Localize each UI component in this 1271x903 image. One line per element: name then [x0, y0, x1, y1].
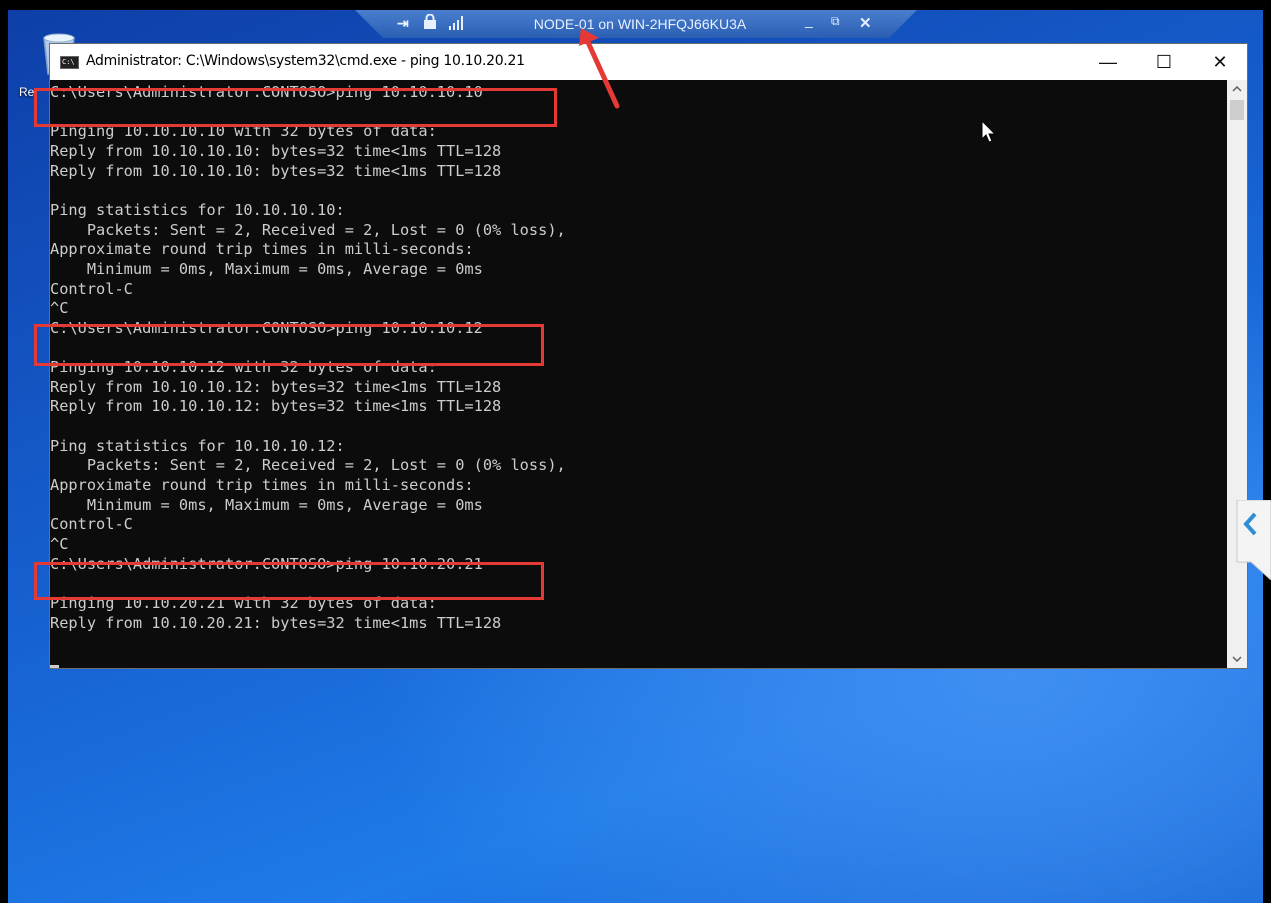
- maximize-button[interactable]: ☐: [1136, 44, 1192, 80]
- cmd-icon[interactable]: C:\: [60, 56, 79, 69]
- lock-icon[interactable]: [423, 14, 437, 29]
- signal-bars-icon[interactable]: [449, 16, 465, 30]
- highlight-box-ping-2: [34, 324, 544, 366]
- remote-connection-bar: ⇥ NODE-01 on WIN-2HFQJ66KU3A _ ⧉ ✕: [355, 10, 917, 38]
- highlight-box-ping-3: [34, 562, 544, 600]
- rdp-close-button[interactable]: ✕: [859, 14, 872, 32]
- recycle-bin-label[interactable]: Re: [19, 85, 34, 99]
- console-line: Reply from 10.10.20.21: bytes=32 time<1m…: [50, 613, 502, 632]
- console-line: Approximate round trip times in milli-se…: [50, 240, 474, 259]
- minimize-button[interactable]: —: [1080, 44, 1136, 80]
- console-line: ^C: [50, 299, 69, 318]
- rdp-minimize-button[interactable]: _: [805, 12, 813, 28]
- console-line: Minimum = 0ms, Maximum = 0ms, Average = …: [50, 495, 483, 514]
- console-line: ^C: [50, 534, 69, 553]
- console-line: Minimum = 0ms, Maximum = 0ms, Average = …: [50, 259, 483, 278]
- console-line: Packets: Sent = 2, Received = 2, Lost = …: [50, 456, 566, 475]
- console-line: Ping statistics for 10.10.10.12:: [50, 436, 345, 455]
- console-line: Control-C: [50, 515, 133, 534]
- console-line: Ping statistics for 10.10.10.10:: [50, 200, 345, 219]
- console-line: Reply from 10.10.10.12: bytes=32 time<1m…: [50, 397, 502, 416]
- highlight-box-ping-1: [34, 88, 557, 127]
- mouse-pointer-icon: [981, 120, 997, 143]
- rdp-restore-button[interactable]: ⧉: [831, 14, 840, 29]
- close-button[interactable]: ✕: [1192, 44, 1248, 80]
- console-line: Reply from 10.10.10.10: bytes=32 time<1m…: [50, 161, 502, 180]
- side-panel-expand-icon[interactable]: [1231, 500, 1271, 580]
- window-titlebar[interactable]: C:\ Administrator: C:\Windows\system32\c…: [50, 44, 1247, 80]
- console-line: Packets: Sent = 2, Received = 2, Lost = …: [50, 220, 566, 239]
- text-cursor: [50, 665, 59, 668]
- console-line: Reply from 10.10.10.12: bytes=32 time<1m…: [50, 377, 502, 396]
- remote-session-title: NODE-01 on WIN-2HFQJ66KU3A: [533, 16, 747, 32]
- annotation-arrow-icon: [579, 28, 620, 109]
- console-line: Control-C: [50, 279, 133, 298]
- scroll-down-arrow-icon[interactable]: [1227, 650, 1247, 668]
- console-line: Reply from 10.10.10.10: bytes=32 time<1m…: [50, 141, 502, 160]
- scroll-up-arrow-icon[interactable]: [1227, 80, 1247, 98]
- scroll-thumb[interactable]: [1230, 100, 1244, 120]
- window-title: Administrator: C:\Windows\system32\cmd.e…: [86, 53, 525, 69]
- pin-icon[interactable]: ⇥: [397, 15, 409, 32]
- console-line: Approximate round trip times in milli-se…: [50, 476, 474, 494]
